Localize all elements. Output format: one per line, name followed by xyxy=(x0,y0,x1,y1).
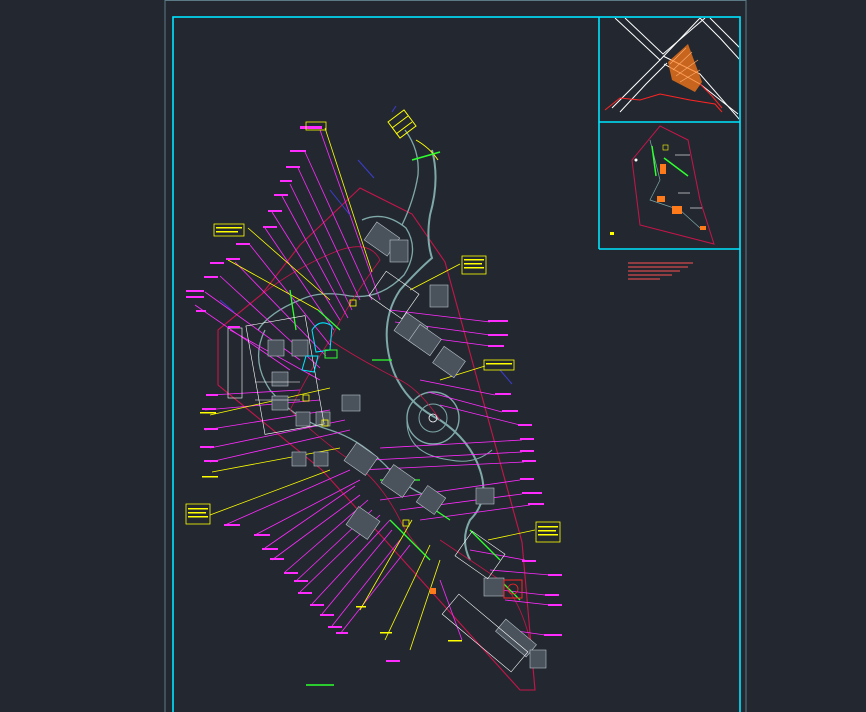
drawing-sheet[interactable] xyxy=(0,0,866,712)
navy-lines xyxy=(219,159,513,385)
location-map-inset[interactable] xyxy=(604,18,740,120)
annotation-tags-left xyxy=(186,126,400,662)
general-notes xyxy=(628,262,693,280)
building-blocks[interactable] xyxy=(267,221,547,669)
cad-viewport[interactable] xyxy=(0,0,866,712)
leader-lines-left xyxy=(194,129,411,635)
site-plan[interactable] xyxy=(185,105,562,691)
site-boundary xyxy=(217,187,536,691)
key-plan-inset[interactable] xyxy=(610,125,715,245)
building-outlines xyxy=(227,270,529,673)
leader-lines-yellow xyxy=(209,127,536,651)
